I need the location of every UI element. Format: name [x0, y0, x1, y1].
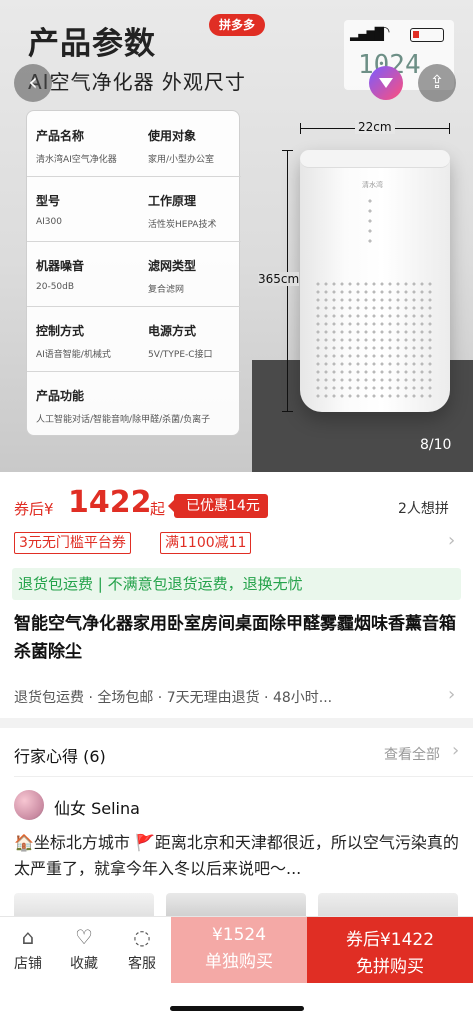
group-buy-label: 免拼购买 — [356, 957, 424, 977]
store-icon: ⌂ — [21, 925, 35, 949]
spec-item: 产品功能 人工智能对话/智能音响/除甲醛/杀菌/负离子 — [27, 371, 241, 436]
customer-service-button[interactable]: ◌ 客服 — [122, 925, 162, 973]
width-dimension-label: 22cm — [355, 120, 395, 134]
control-buttons — [368, 196, 372, 246]
spec-table: 产品名称 清水湾AI空气净化器 使用对象 家用/小型办公室 型号 AI300 工… — [26, 110, 241, 436]
purifier-top — [300, 150, 450, 168]
spec-label: 电源方式 — [148, 324, 197, 338]
spec-value: 人工智能对话/智能音响/除甲醛/杀菌/负离子 — [36, 415, 211, 425]
spec-label: 使用对象 — [148, 129, 197, 143]
buy-alone-label: 单独购买 — [205, 952, 273, 972]
spec-value: 活性炭HEPA技术 — [148, 220, 217, 230]
chevron-right-icon[interactable]: › — [448, 530, 455, 551]
bottom-action-bar: ⌂ 店铺 ♡ 收藏 ◌ 客服 ¥1524 单独购买 券后¥1422 免拼购买 — [0, 916, 473, 988]
buy-alone-price: ¥1524 — [211, 925, 267, 945]
wifi-icon: ◠ — [378, 24, 391, 40]
favorite-button[interactable]: ♡ 收藏 — [64, 925, 104, 973]
chevron-left-icon: ‹ — [28, 68, 38, 96]
favorite-label: 收藏 — [70, 956, 98, 972]
avatar[interactable] — [14, 790, 44, 820]
store-label: 店铺 — [14, 956, 42, 972]
customer-service-label: 客服 — [128, 956, 156, 972]
air-intake-grille — [314, 280, 436, 398]
spec-value: 20-50dB — [36, 282, 75, 292]
section-divider — [0, 718, 473, 728]
see-all-link[interactable]: 查看全部 — [384, 744, 440, 764]
spec-value: 复合滤网 — [148, 285, 185, 295]
reviewer-name[interactable]: 仙女 Selina — [54, 795, 140, 819]
status-bar: ▂▄▆█ ◠ — [344, 24, 454, 44]
share-button[interactable]: ⇪ — [418, 64, 456, 102]
back-button[interactable]: ‹ — [14, 64, 52, 102]
air-purifier-image: 清水湾 — [300, 150, 450, 412]
store-button[interactable]: ⌂ 店铺 — [8, 925, 48, 973]
home-indicator[interactable] — [170, 1006, 304, 1011]
divider — [14, 776, 473, 777]
buy-alone-button[interactable]: ¥1524 单独购买 — [171, 917, 307, 983]
spec-label: 控制方式 — [36, 324, 85, 338]
image-title: 产品参数 — [28, 26, 156, 62]
discount-badge: 已优惠14元 — [168, 494, 268, 518]
heart-icon: ♡ — [75, 925, 93, 949]
pinduoduo-badge: 拼多多 — [209, 14, 265, 36]
spec-value: 5V/TYPE-C接口 — [148, 350, 213, 360]
coupon-tag[interactable]: 3元无门槛平台券 — [14, 532, 131, 554]
spec-value: 清水湾AI空气净化器 — [36, 155, 117, 165]
spec-value: AI300 — [36, 217, 62, 227]
product-image-carousel[interactable]: 产品参数 AI空气净化器 外观尺寸 拼多多 ▂▄▆█ ◠ 1024 ‹ ⇪ 产品… — [0, 0, 473, 472]
spec-item: 机器噪音 20-50dB — [27, 241, 134, 306]
spec-label: 型号 — [36, 194, 61, 208]
spec-label: 滤网类型 — [148, 259, 197, 273]
share-icon: ⇪ — [429, 72, 445, 93]
image-pager: 8/10 — [420, 437, 452, 453]
purifier-brand: 清水湾 — [362, 181, 383, 189]
service-guarantees[interactable]: 退货包运费 · 全场包邮 · 7天无理由退货 · 48小时... — [14, 687, 446, 707]
spec-value: 家用/小型办公室 — [148, 155, 215, 165]
group-buy-button[interactable]: 券后¥1422 免拼购买 — [307, 917, 473, 983]
image-subtitle: AI空气净化器 外观尺寸 — [28, 70, 246, 94]
battery-icon — [410, 28, 444, 42]
spec-item: 使用对象 家用/小型办公室 — [139, 111, 246, 176]
spec-item: 型号 AI300 — [27, 176, 134, 241]
product-title: 智能空气净化器家用卧室房间桌面除甲醛雾霾烟味香薰音箱杀菌除尘 — [14, 614, 456, 662]
spec-label: 工作原理 — [148, 194, 197, 208]
group-buy-price: 券后¥1422 — [345, 930, 435, 950]
return-guarantee-strip[interactable]: 退货包运费 | 不满意包退货运费，退换无忧 — [12, 568, 461, 600]
chevron-right-icon[interactable]: › — [448, 684, 455, 705]
height-dimension-label: 365cm — [258, 272, 300, 286]
spec-item: 工作原理 活性炭HEPA技术 — [139, 176, 246, 241]
price-value: 1422 — [68, 485, 152, 520]
spec-item: 电源方式 5V/TYPE-C接口 — [139, 306, 246, 371]
spec-value: AI语音智能/机械式 — [36, 350, 111, 360]
chevron-right-icon[interactable]: › — [452, 740, 459, 761]
review-text[interactable]: 🏠坐标北方城市 🚩距离北京和天津都很近，所以空气污染真的太严重了，就拿今年入冬以… — [14, 830, 464, 882]
reviews-title: 行家心得 (6) — [14, 747, 106, 766]
spec-item: 产品名称 清水湾AI空气净化器 — [27, 111, 134, 176]
spec-item: 控制方式 AI语音智能/机械式 — [27, 306, 134, 371]
chat-icon: ◌ — [133, 925, 151, 949]
price-prefix: 券后¥ — [14, 500, 54, 518]
spec-item: 滤网类型 复合滤网 — [139, 241, 246, 306]
live-button[interactable] — [369, 66, 403, 100]
spec-label: 机器噪音 — [36, 259, 85, 273]
spec-label: 产品名称 — [36, 129, 85, 143]
group-want-count: 2人想拼 — [398, 501, 449, 517]
price-suffix: 起 — [150, 500, 166, 518]
spec-label: 产品功能 — [36, 389, 85, 403]
coupon-tag[interactable]: 满1100减11 — [160, 532, 252, 554]
